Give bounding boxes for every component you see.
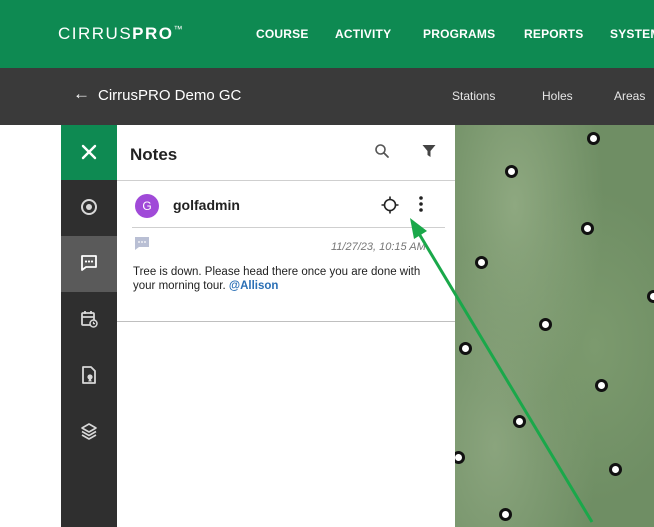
layers-icon	[81, 423, 97, 440]
map-station-marker[interactable]	[539, 318, 552, 331]
notes-panel-title: Notes	[130, 145, 178, 164]
map-station-marker[interactable]	[475, 256, 488, 269]
calendar-icon	[81, 311, 98, 328]
rail-calendar-button[interactable]	[61, 292, 117, 348]
message-icon	[135, 237, 149, 250]
tab-stations[interactable]: Stations	[452, 89, 495, 103]
map-station-marker[interactable]	[499, 508, 512, 521]
tab-holes[interactable]: Holes	[542, 89, 573, 103]
nav-activity[interactable]: ACTIVITY	[335, 27, 391, 41]
more-options-icon[interactable]	[415, 195, 427, 213]
course-map[interactable]	[455, 125, 654, 527]
map-station-marker[interactable]	[581, 222, 594, 235]
rail-notes-button[interactable]	[61, 236, 117, 292]
map-station-marker[interactable]	[455, 451, 465, 464]
note-mention[interactable]: @Allison	[229, 280, 279, 292]
map-file-icon	[82, 366, 96, 384]
rail-layers-button[interactable]	[61, 404, 117, 460]
search-icon[interactable]	[374, 143, 390, 159]
locate-icon[interactable]	[381, 196, 399, 214]
map-station-marker[interactable]	[513, 415, 526, 428]
nav-programs[interactable]: PROGRAMS	[423, 27, 495, 41]
tab-areas[interactable]: Areas	[614, 89, 654, 103]
map-station-marker[interactable]	[609, 463, 622, 476]
map-station-marker[interactable]	[595, 379, 608, 392]
nav-system[interactable]: SYSTEM	[610, 27, 654, 41]
filter-icon[interactable]	[421, 143, 437, 159]
back-arrow-icon[interactable]: ←	[73, 84, 90, 104]
course-header: ← CirrusPRO Demo GC Stations Holes Areas	[0, 68, 654, 125]
notes-icon	[81, 255, 97, 271]
note-timestamp: 11/27/23, 10:15 AM	[331, 241, 426, 253]
note-bottom-divider	[117, 321, 455, 322]
target-icon	[81, 199, 97, 215]
brand-logo[interactable]: CIRRUSPRO™	[58, 24, 184, 44]
map-station-marker[interactable]	[587, 132, 600, 145]
nav-reports[interactable]: REPORTS	[524, 27, 583, 41]
map-station-marker[interactable]	[647, 290, 654, 303]
note-author: golfadmin	[173, 197, 240, 213]
note-card[interactable]: G golfadmin 11/27/23, 10:15 AM Tree is d…	[117, 181, 455, 322]
map-station-marker[interactable]	[505, 165, 518, 178]
close-panel-button[interactable]	[61, 125, 117, 180]
map-station-marker[interactable]	[459, 342, 472, 355]
notes-panel: Notes G golfadmin 11/27/23, 10:15 AM Tre…	[117, 125, 455, 527]
nav-course[interactable]: COURSE	[256, 27, 309, 41]
course-title: CirrusPRO Demo GC	[98, 87, 242, 104]
close-icon	[81, 144, 97, 160]
rail-map-file-button[interactable]	[61, 348, 117, 404]
avatar: G	[135, 194, 159, 218]
top-nav-bar: CIRRUSPRO™ COURSE ACTIVITY PROGRAMS REPO…	[0, 0, 654, 68]
note-divider	[132, 227, 445, 228]
note-body: Tree is down. Please head there once you…	[133, 265, 433, 293]
rail-target-button[interactable]	[61, 180, 117, 236]
